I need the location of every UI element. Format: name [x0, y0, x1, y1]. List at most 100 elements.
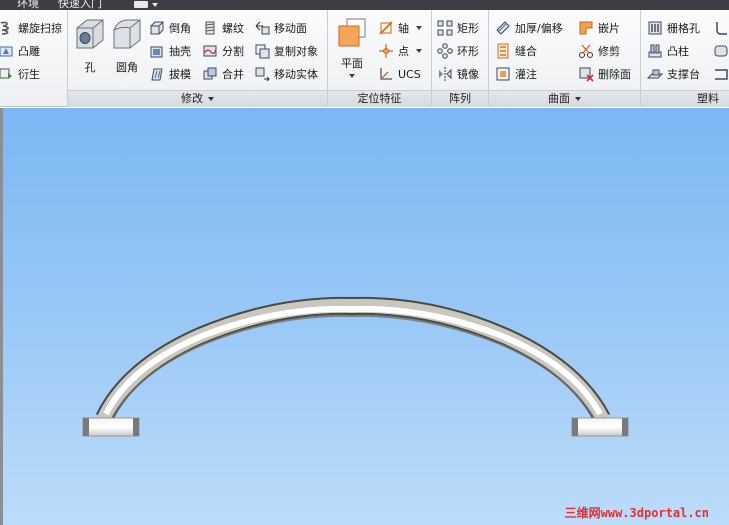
chevron-down-icon — [416, 26, 422, 30]
coil-icon — [0, 21, 9, 35]
chevron-down-icon — [575, 97, 581, 101]
shell-button[interactable]: 抽壳 — [149, 41, 191, 61]
sculpt-icon — [496, 67, 510, 81]
split-button[interactable]: 分割 — [202, 41, 244, 61]
tab-environment[interactable]: 环境 — [17, 0, 39, 10]
thread-label: 螺纹 — [222, 22, 244, 35]
chevron-down-icon — [208, 97, 214, 101]
rest-button[interactable]: 支撑台 — [647, 64, 700, 84]
handle-model[interactable] — [0, 108, 729, 525]
thread-button[interactable]: 螺纹 — [202, 18, 244, 38]
move-body-label: 移动实体 — [274, 68, 318, 81]
delete-face-icon — [579, 67, 594, 82]
combine-icon — [203, 67, 217, 80]
panel-work-features: 平面 轴 点 UCS 定位特征 — [328, 10, 432, 107]
trim-button[interactable]: 修剪 — [578, 41, 620, 61]
rectangular-pattern-label: 矩形 — [457, 22, 479, 35]
menu-bar: 环境 快速入门 — [0, 0, 729, 10]
emboss-icon — [0, 46, 13, 57]
move-body-button[interactable]: 移动实体 — [254, 64, 318, 84]
coil-label: 螺旋扫掠 — [18, 22, 62, 35]
sculpt-label: 灌注 — [515, 68, 537, 81]
move-face-button[interactable]: 移动面 — [254, 18, 307, 38]
copy-object-label: 复制对象 — [274, 45, 318, 58]
quick-access-dropdown[interactable] — [134, 1, 160, 9]
delete-face-button[interactable]: 删除面 — [578, 64, 631, 84]
chevron-down-icon — [349, 74, 355, 78]
mirror-button[interactable]: 镜像 — [437, 64, 479, 84]
hole-label: 孔 — [84, 61, 96, 74]
move-face-label: 移动面 — [274, 22, 307, 35]
circular-pattern-icon — [437, 43, 453, 59]
point-label: 点 — [398, 45, 409, 58]
handle-arc-body — [97, 298, 609, 422]
combine-button[interactable]: 合并 — [202, 64, 244, 84]
panel-title-surface[interactable]: 曲面 — [489, 90, 640, 107]
patch-icon — [579, 21, 593, 35]
emboss-label: 凸雕 — [18, 45, 40, 58]
fillet-label: 圆角 — [116, 61, 138, 74]
chevron-down-icon — [152, 3, 158, 7]
axis-button[interactable]: 轴 — [378, 18, 422, 38]
ucs-button[interactable]: UCS — [378, 64, 421, 84]
plane-icon — [338, 18, 366, 47]
derive-icon — [0, 68, 12, 79]
left-foot-edge — [83, 418, 89, 436]
rectangular-pattern-button[interactable]: 矩形 — [437, 18, 479, 38]
hole-button[interactable]: 孔 — [72, 16, 108, 75]
plane-button[interactable]: 平面 — [334, 16, 370, 78]
mirror-icon — [439, 67, 452, 81]
coil-button[interactable]: 螺旋扫掠 — [0, 18, 62, 38]
rule-fillet-icon[interactable] — [713, 20, 729, 36]
emboss-button[interactable]: 凸雕 — [0, 41, 40, 61]
handle-arc-outline — [95, 296, 610, 423]
boss-icon — [648, 44, 662, 58]
grill-button[interactable]: 栅格孔 — [647, 18, 700, 38]
draft-button[interactable]: 拔模 — [149, 64, 191, 84]
grill-label: 栅格孔 — [667, 22, 700, 35]
chamfer-button[interactable]: 倒角 — [149, 18, 191, 38]
panel-create-partial: 螺旋扫掠 凸雕 衍生 — [0, 10, 68, 107]
derive-button[interactable]: 衍生 — [0, 64, 40, 84]
split-label: 分割 — [222, 45, 244, 58]
boss-label: 凸柱 — [667, 45, 689, 58]
lip-icon[interactable] — [713, 66, 729, 82]
stitch-label: 缝合 — [515, 45, 537, 58]
derive-label: 衍生 — [18, 68, 40, 81]
left-foot — [82, 417, 140, 437]
panel-pattern: 矩形 环形 镜像 阵列 — [432, 10, 489, 107]
mirror-label: 镜像 — [457, 68, 479, 81]
axis-label: 轴 — [398, 22, 409, 35]
panel-title-modify[interactable]: 修改 — [68, 90, 327, 107]
right-foot-edge — [572, 418, 578, 436]
stitch-icon — [497, 43, 509, 59]
hole-icon — [76, 19, 104, 49]
copy-object-button[interactable]: 复制对象 — [254, 41, 318, 61]
patch-button[interactable]: 嵌片 — [578, 18, 620, 38]
tab-get-started[interactable]: 快速入门 — [58, 0, 102, 10]
copy-object-icon — [255, 44, 270, 59]
trim-label: 修剪 — [598, 45, 620, 58]
handle-arc-highlight — [103, 305, 603, 416]
draft-label: 拔模 — [169, 68, 191, 81]
ucs-label: UCS — [398, 67, 421, 81]
boss-button[interactable]: 凸柱 — [647, 41, 689, 61]
move-face-icon — [255, 21, 270, 35]
panel-title-work-features: 定位特征 — [328, 90, 431, 107]
graphics-viewport[interactable]: 三维网www.3dportal.cn — [0, 108, 729, 525]
circular-pattern-button[interactable]: 环形 — [437, 41, 479, 61]
point-button[interactable]: 点 — [378, 41, 422, 61]
split-icon — [203, 45, 217, 57]
grill-icon — [648, 21, 662, 35]
thicken-offset-button[interactable]: 加厚/偏移 — [495, 18, 563, 38]
ucs-icon — [380, 68, 392, 80]
fillet-button[interactable]: 圆角 — [108, 16, 146, 75]
display-icon — [134, 1, 148, 8]
shell-label: 抽壳 — [169, 45, 191, 58]
plane-label: 平面 — [341, 57, 363, 70]
stitch-button[interactable]: 缝合 — [495, 41, 537, 61]
panel-title-plastic-part: 塑料零 — [641, 90, 729, 121]
snap-fit-icon[interactable] — [713, 43, 729, 59]
thread-icon — [205, 21, 215, 35]
sculpt-button[interactable]: 灌注 — [495, 64, 537, 84]
